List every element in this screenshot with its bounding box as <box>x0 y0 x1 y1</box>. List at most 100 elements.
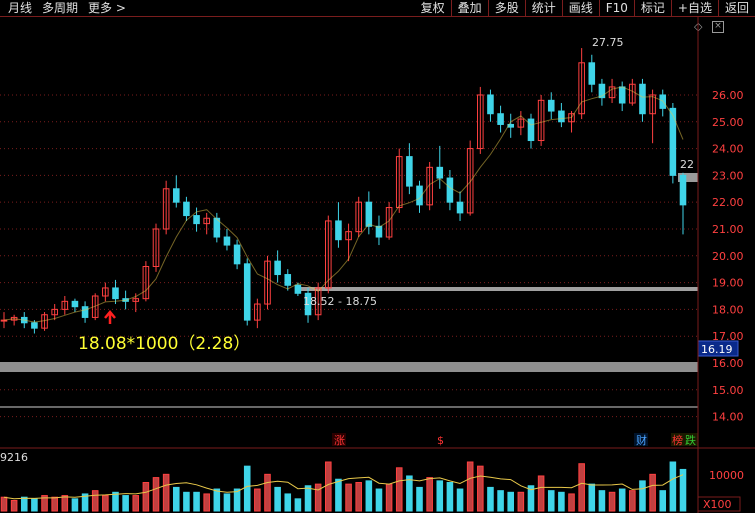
price-tick-label: 16.00 <box>712 357 744 370</box>
volume-bar <box>132 495 140 512</box>
volume-bar <box>558 491 565 512</box>
volume-axis-label: 10000 <box>709 469 744 482</box>
candle-body <box>558 110 565 123</box>
volume-bar <box>355 482 362 512</box>
kline-chart[interactable]: 26.00 25.00 24.00 23.00 22.00 21.00 20.00 19.00… <box>0 0 755 513</box>
volume-bar <box>112 491 119 512</box>
volume-unit-label: X100 <box>703 498 732 511</box>
volume-bar <box>659 490 667 512</box>
candle-body <box>223 236 231 246</box>
volume-bar <box>608 491 616 512</box>
event-fall[interactable]: 跌 <box>685 433 696 447</box>
volume-bar <box>10 499 18 512</box>
volume-bar <box>426 477 433 512</box>
volume-bar <box>507 491 515 512</box>
volume-bar <box>547 490 555 512</box>
range-label: 18.52 - 18.75 <box>303 295 377 308</box>
event-finance[interactable]: 财 <box>636 433 647 447</box>
candle-body <box>487 94 494 115</box>
candle-body <box>112 287 119 300</box>
volume-bar <box>325 461 332 512</box>
candle-body <box>446 177 454 203</box>
volume-bar <box>274 486 281 512</box>
volume-bar <box>142 482 150 512</box>
range-bands <box>0 173 698 408</box>
volume-bar <box>193 491 200 512</box>
candle-body <box>172 188 180 203</box>
event-markers: 涨 $ 财 榜 跌 <box>332 433 698 447</box>
candle-body <box>527 118 535 142</box>
candle-body <box>71 300 79 308</box>
price-tick-label: 18.00 <box>712 303 744 316</box>
right-edge-label: 22 <box>680 158 694 171</box>
volume-bar <box>345 483 352 512</box>
volume-bar <box>304 485 312 512</box>
price-tick-label: 25.00 <box>712 116 744 129</box>
volume-bar <box>446 482 454 512</box>
volume-bar <box>568 493 575 512</box>
candle-body <box>618 86 626 104</box>
volume-bar <box>233 488 241 512</box>
volume-bar <box>649 473 656 512</box>
candle-body <box>365 201 373 227</box>
volume-bar <box>51 496 58 512</box>
candle-body <box>81 306 89 318</box>
candle-body <box>31 322 38 329</box>
price-tick-label: 15.00 <box>712 384 744 397</box>
candle-body <box>335 220 342 241</box>
volume-bar <box>20 496 28 512</box>
event-dividend[interactable]: $ <box>437 434 444 447</box>
volume-bar <box>213 488 221 512</box>
volume-bar <box>598 490 606 512</box>
volume-bar <box>102 495 109 512</box>
candle-body <box>639 83 646 115</box>
volume-bar <box>172 486 180 512</box>
current-price-badge: 16.19 <box>701 343 733 356</box>
volume-bar <box>477 465 484 512</box>
volume-bar <box>487 486 494 512</box>
volume-bar <box>395 467 403 512</box>
candle-body <box>669 107 677 176</box>
price-tick-label: 23.00 <box>712 169 744 182</box>
candle-body <box>679 174 687 206</box>
volume-bar <box>183 491 190 512</box>
volume-bar <box>578 463 585 512</box>
volume-bar <box>243 465 251 512</box>
volume-bar <box>335 478 342 512</box>
volume-bar <box>203 493 210 512</box>
price-tick-label: 20.00 <box>712 250 744 263</box>
price-tick-label: 26.00 <box>712 89 744 102</box>
candle-body <box>193 215 200 225</box>
event-rank[interactable]: 榜 <box>672 433 683 447</box>
price-tick-label: 22.00 <box>712 196 744 209</box>
volume-bar <box>284 493 292 512</box>
peak-label: 27.75 <box>592 36 624 49</box>
price-tick-label: 14.00 <box>712 411 744 424</box>
volume-bar <box>294 498 302 512</box>
candle-body <box>456 201 464 214</box>
candle-body <box>547 99 555 112</box>
price-tick-label: 24.00 <box>712 143 744 156</box>
volume-bar <box>375 488 383 512</box>
price-tick-label: 21.00 <box>712 223 744 236</box>
volume-bar <box>629 490 636 512</box>
cost-annotation: 18.08*1000（2.28） <box>78 334 250 354</box>
volume-bar <box>537 475 545 512</box>
candle-body <box>588 62 596 85</box>
volume-bar <box>223 493 231 512</box>
candle-body <box>406 156 413 187</box>
volume-bar <box>122 495 129 512</box>
candle-body <box>243 263 251 321</box>
volume-bar <box>365 480 373 512</box>
volume-bar <box>406 475 413 512</box>
volume-bar <box>31 498 38 512</box>
volume-bar <box>497 490 504 512</box>
moving-average-line <box>3 86 684 323</box>
volume-bar <box>264 473 271 512</box>
event-rise[interactable]: 涨 <box>334 434 345 447</box>
volume-bar <box>588 483 596 512</box>
candle-body <box>294 284 302 294</box>
price-axis: 26.00 25.00 24.00 23.00 22.00 21.00 20.00 19.00… <box>712 89 744 424</box>
volume-bar <box>669 461 677 512</box>
buy-arrow-icon <box>104 310 116 324</box>
